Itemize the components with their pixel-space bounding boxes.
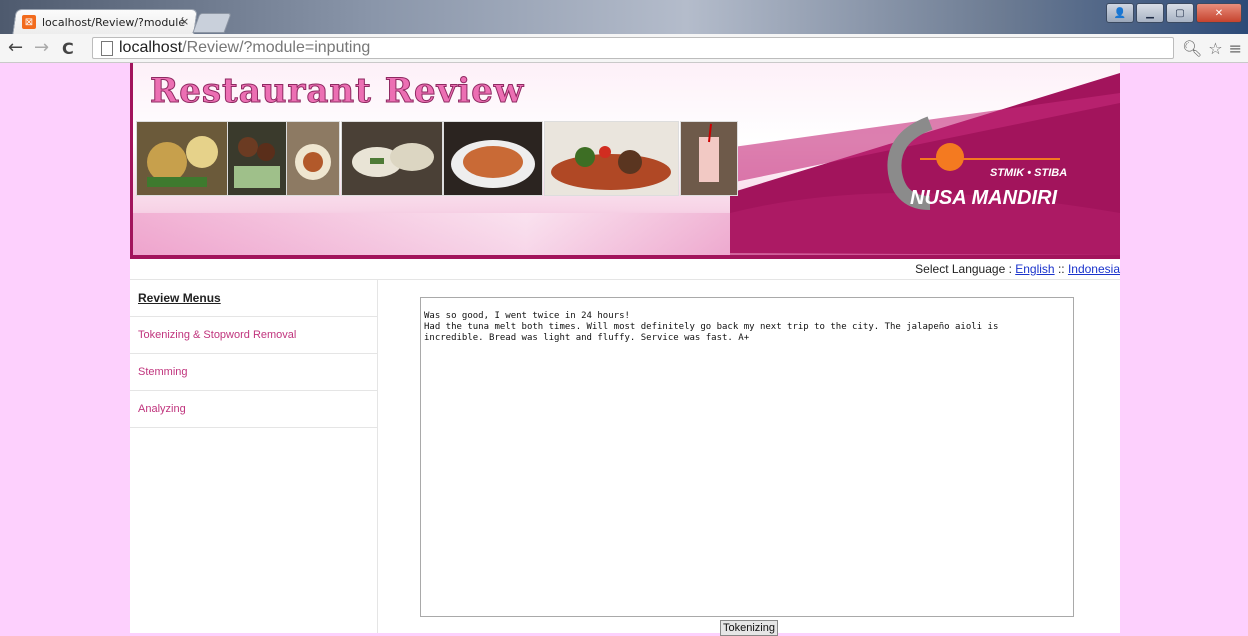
xampp-favicon-icon: ⊠: [22, 15, 36, 29]
window-controls: 👤 ▁ ▢ ✕: [1106, 3, 1242, 23]
food-photo-5: [443, 121, 543, 196]
forward-button[interactable]: →: [34, 37, 49, 58]
language-separator: ::: [1054, 262, 1068, 276]
address-bar[interactable]: localhost/Review/?module=inputing: [92, 37, 1174, 59]
sidebar-item-tokenizing[interactable]: Tokenizing & Stopword Removal: [130, 317, 377, 354]
menu-icon[interactable]: ≡: [1229, 39, 1242, 58]
page-content: Restaurant Review STMIK • STIBA NUSA MAN…: [130, 63, 1120, 636]
language-label: Select Language :: [915, 262, 1016, 276]
minimize-button[interactable]: ▁: [1136, 3, 1164, 23]
tokenizing-button[interactable]: Tokenizing: [720, 620, 778, 636]
logo-title: NUSA MANDIRI: [910, 187, 1058, 209]
sidebar-item-analyzing[interactable]: Analyzing: [130, 391, 377, 428]
language-indonesia-link[interactable]: Indonesia: [1068, 262, 1120, 276]
food-photo-2: [227, 121, 287, 196]
food-photo-7: [680, 121, 738, 196]
review-line-4: incredible. Bread was light and fluffy. …: [424, 333, 750, 343]
url-text: localhost/Review/?module=inputing: [119, 39, 371, 56]
header-banner: Restaurant Review STMIK • STIBA NUSA MAN…: [130, 63, 1120, 259]
tab-close-icon[interactable]: ×: [180, 15, 189, 28]
maximize-button[interactable]: ▢: [1166, 3, 1194, 23]
banner-left-edge: [130, 63, 133, 259]
sidebar-item-stemming[interactable]: Stemming: [130, 354, 377, 391]
close-window-button[interactable]: ✕: [1196, 3, 1242, 23]
review-textarea[interactable]: Was so good, I went twice in 24 hours! Ha…: [420, 297, 1074, 617]
review-line-1: Was so good, I went twice in 24 hours!: [424, 311, 630, 321]
food-photo-1: [136, 121, 228, 196]
new-tab-button[interactable]: [192, 13, 232, 33]
tab-title: localhost/Review/?modulé: [42, 15, 186, 29]
language-bar: Select Language : English :: Indonesia: [130, 259, 1120, 280]
language-english-link[interactable]: English: [1015, 262, 1054, 276]
food-photo-4: [341, 121, 443, 196]
star-icon[interactable]: ☆: [1208, 39, 1222, 58]
site-title: Restaurant Review: [149, 71, 525, 112]
back-button[interactable]: ←: [8, 37, 23, 58]
review-line-3: Had the tuna melt both times. Will most …: [424, 322, 999, 332]
logo-subtitle: STMIK • STIBA: [990, 167, 1068, 179]
browser-toolbar: ← → C localhost/Review/?module=inputing …: [0, 34, 1248, 63]
page-icon: [101, 40, 113, 56]
food-photo-3: [286, 121, 340, 196]
food-photo-6: [544, 121, 679, 196]
tab-content[interactable]: ⊠ localhost/Review/?modulé: [22, 12, 185, 32]
toolbar-right: 🔍︎ ☆ ≡: [1182, 39, 1242, 58]
sidebar-title: Review Menus: [130, 280, 377, 317]
zoom-icon[interactable]: 🔍︎: [1182, 39, 1202, 58]
sidebar: Review Menus Tokenizing & Stopword Remov…: [130, 280, 378, 633]
reload-button[interactable]: C: [62, 39, 74, 58]
user-icon[interactable]: 👤: [1106, 3, 1134, 23]
window-titlebar: ⊠ localhost/Review/?modulé × 👤 ▁ ▢ ✕: [0, 0, 1248, 35]
